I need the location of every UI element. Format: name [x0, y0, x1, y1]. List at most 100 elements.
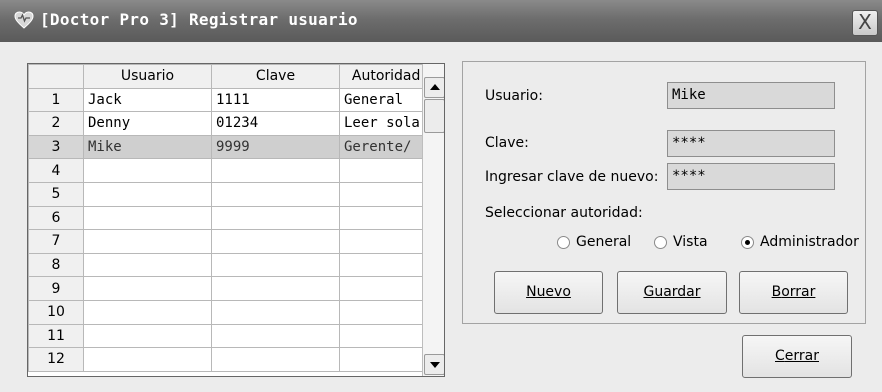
cell-usuario[interactable] [83, 252, 212, 278]
guardar-button[interactable]: Guardar [617, 271, 727, 314]
cell-autoridad[interactable]: Leer solar [338, 111, 434, 136]
cell-usuario[interactable] [83, 181, 212, 207]
cell-clave[interactable] [211, 323, 340, 349]
users-grid[interactable]: Usuario Clave Autoridad 1 Jack 1111 General… [27, 63, 445, 377]
clave-repeat-field[interactable]: **** [667, 163, 835, 190]
cell-clave[interactable]: 01234 [211, 111, 340, 136]
cell-clave[interactable]: 1111 [211, 87, 340, 113]
cell-autoridad[interactable] [338, 347, 434, 372]
column-header-clave[interactable]: Clave [211, 64, 340, 89]
radio-general-label: General [576, 234, 632, 250]
usuario-field[interactable]: Mike [667, 82, 835, 109]
nuevo-label: uevo [536, 284, 571, 300]
table-row[interactable]: 9 [28, 276, 434, 301]
guardar-mnemonic: G [643, 284, 655, 300]
cell-usuario[interactable] [83, 205, 212, 231]
borrar-label: orrar [781, 284, 816, 300]
cell-usuario[interactable] [83, 323, 212, 349]
cell-usuario[interactable]: Mike [83, 134, 212, 160]
cell-usuario[interactable]: Jack [83, 87, 212, 113]
cell-clave[interactable] [211, 181, 340, 207]
usuario-label: Usuario: [485, 88, 543, 104]
cell-autoridad[interactable] [338, 299, 434, 325]
autoridad-label: Seleccionar autoridad: [485, 205, 643, 221]
row-number: 4 [28, 158, 84, 183]
table-row[interactable]: 8 [28, 252, 434, 278]
row-number: 1 [28, 87, 84, 113]
cell-clave[interactable]: 9999 [211, 134, 340, 160]
table-row[interactable]: 7 [28, 229, 434, 254]
cell-usuario[interactable] [83, 299, 212, 325]
cell-clave[interactable] [211, 205, 340, 231]
cell-autoridad[interactable] [338, 158, 434, 183]
close-icon[interactable]: X [852, 10, 878, 36]
row-number: 8 [28, 252, 84, 278]
row-number: 11 [28, 323, 84, 349]
cell-autoridad[interactable] [338, 276, 434, 301]
register-user-window: [Doctor Pro 3] Registrar usuario X Usuar… [0, 0, 882, 392]
row-number: 5 [28, 181, 84, 207]
borrar-button[interactable]: Borrar [739, 271, 848, 314]
cell-usuario[interactable] [83, 276, 212, 301]
radio-general[interactable]: General [557, 234, 631, 250]
cell-clave[interactable] [211, 252, 340, 278]
cell-clave[interactable] [211, 347, 340, 372]
cell-usuario[interactable] [83, 229, 212, 254]
row-number: 9 [28, 276, 84, 301]
radio-administrador-indicator[interactable] [741, 235, 754, 249]
arrow-down-icon [430, 362, 440, 368]
cell-autoridad[interactable] [338, 252, 434, 278]
table-header-row: Usuario Clave Autoridad [28, 64, 434, 89]
cell-autoridad[interactable] [338, 229, 434, 254]
table-row[interactable]: 1 Jack 1111 General [28, 87, 434, 113]
cell-autoridad[interactable] [338, 181, 434, 207]
table-row[interactable]: 6 [28, 205, 434, 231]
radio-vista-indicator[interactable] [654, 235, 667, 249]
table-row[interactable]: 11 [28, 323, 434, 349]
row-number: 7 [28, 229, 84, 254]
nuevo-button[interactable]: Nuevo [494, 271, 603, 314]
cell-autoridad[interactable]: General [338, 87, 434, 113]
scroll-down-button[interactable] [424, 354, 444, 375]
cell-usuario[interactable] [83, 158, 212, 183]
column-header-usuario[interactable]: Usuario [83, 64, 212, 89]
cell-clave[interactable] [211, 229, 340, 254]
cerrar-button[interactable]: Cerrar [742, 335, 852, 378]
header-corner [28, 64, 84, 89]
nuevo-mnemonic: N [526, 284, 537, 300]
cell-usuario[interactable] [83, 347, 212, 372]
title-bar[interactable]: [Doctor Pro 3] Registrar usuario X [0, 0, 882, 42]
radio-administrador[interactable]: Administrador [741, 234, 859, 250]
cell-clave[interactable] [211, 276, 340, 301]
cell-autoridad[interactable] [338, 205, 434, 231]
window-title: [Doctor Pro 3] Registrar usuario [40, 10, 358, 29]
app-logo-icon [14, 11, 34, 29]
radio-vista-label: Vista [673, 234, 708, 250]
clave-field[interactable]: **** [667, 130, 835, 157]
grid-vertical-scrollbar[interactable] [422, 64, 444, 376]
guardar-label: uardar [654, 284, 701, 300]
cell-autoridad[interactable]: Gerente/ [338, 134, 434, 160]
scrollbar-thumb[interactable] [424, 99, 444, 133]
cell-clave[interactable] [211, 158, 340, 183]
cerrar-label: errar [784, 348, 819, 364]
table-row[interactable]: 5 [28, 181, 434, 207]
radio-administrador-label: Administrador [760, 234, 859, 250]
cell-usuario[interactable]: Denny [83, 111, 212, 136]
table-row[interactable]: 10 [28, 299, 434, 325]
table-row[interactable]: 3 Mike 9999 Gerente/ [28, 134, 434, 160]
radio-general-indicator[interactable] [557, 235, 570, 249]
cell-clave[interactable] [211, 299, 340, 325]
scroll-up-button[interactable] [424, 77, 444, 98]
row-number: 6 [28, 205, 84, 231]
clave-repeat-label: Ingresar clave de nuevo: [485, 169, 659, 185]
cerrar-mnemonic: C [775, 348, 785, 364]
radio-vista[interactable]: Vista [654, 234, 708, 250]
table-row[interactable]: 2 Denny 01234 Leer solar [28, 111, 434, 136]
column-header-autoridad[interactable]: Autoridad [338, 64, 434, 89]
cell-autoridad[interactable] [338, 323, 434, 349]
table-row[interactable]: 4 [28, 158, 434, 183]
row-number: 2 [28, 111, 84, 136]
arrow-up-icon [430, 84, 440, 90]
table-row[interactable]: 12 [28, 347, 434, 372]
